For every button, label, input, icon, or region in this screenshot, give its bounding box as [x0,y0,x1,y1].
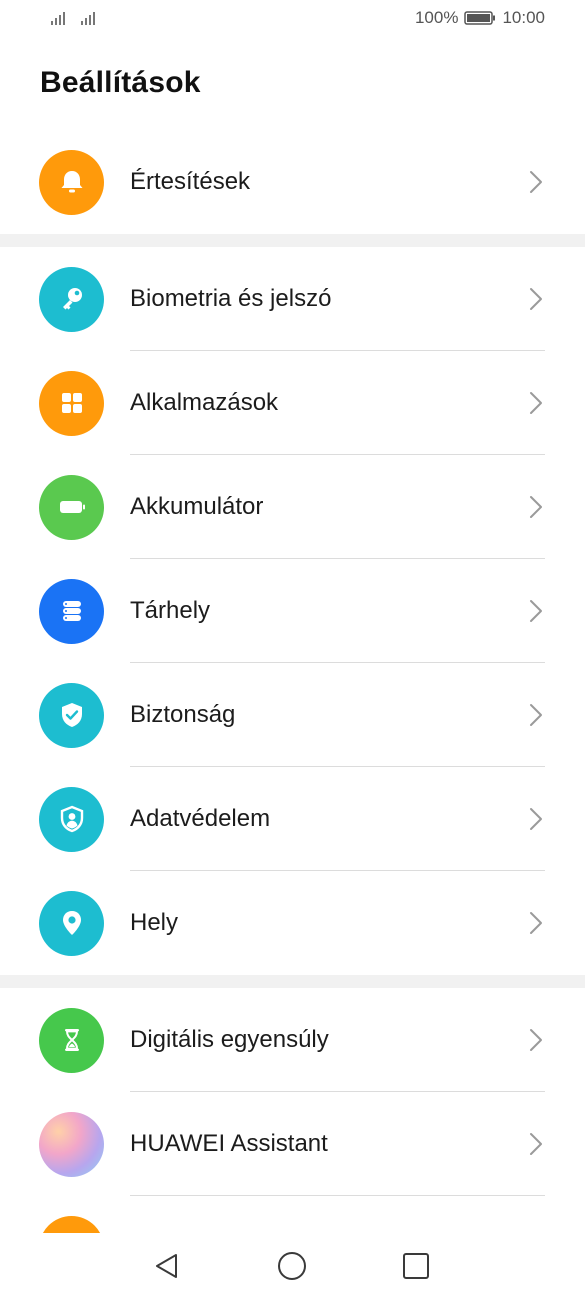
settings-item-label: Biztonság [130,701,236,728]
clock: 10:00 [502,8,545,27]
hourglass-icon [39,1007,104,1073]
recents-icon[interactable] [400,1250,432,1282]
settings-item-label: HUAWEI Assistant [130,1130,328,1157]
battery-icon [464,11,496,25]
signal-indicators [50,10,100,26]
settings-item-partial[interactable] [0,1196,585,1233]
settings-item-label: Értesítések [130,168,251,195]
battery-icon [39,474,104,540]
chevron-right-icon [530,288,542,310]
settings-item-biometrics[interactable]: Biometria és jelszó [0,247,585,351]
signal-icon [51,12,65,25]
settings-item-label: Biometria és jelszó [130,285,332,312]
signal-icon [81,12,95,25]
settings-list[interactable]: Értesítések Biometria és jelszó Alkalmaz… [0,130,585,1233]
chevron-right-icon [530,171,542,193]
back-icon[interactable] [151,1250,183,1282]
assistant-icon [39,1111,104,1177]
settings-item-huawei-assistant[interactable]: HUAWEI Assistant [0,1092,585,1196]
status-bar: 100% 10:00 [0,0,585,40]
privacy-shield-icon [39,786,104,852]
settings-item-apps[interactable]: Alkalmazások [0,351,585,455]
settings-item-security[interactable]: Biztonság [0,663,585,767]
page-title: Beállítások [40,66,201,99]
shield-check-icon [39,682,104,748]
chevron-right-icon [530,496,542,518]
settings-item-label: Digitális egyensúly [130,1026,329,1053]
group-divider [0,234,585,247]
settings-item-label: Hely [130,909,179,936]
apps-grid-icon [39,370,104,436]
location-pin-icon [39,890,104,956]
settings-item-label: Alkalmazások [130,389,279,416]
chevron-right-icon [530,1029,542,1051]
storage-icon [39,578,104,644]
settings-item-storage[interactable]: Tárhely [0,559,585,663]
status-right: 100% 10:00 [415,8,545,28]
home-icon[interactable] [276,1250,308,1282]
battery-percent: 100% [414,8,459,27]
chevron-right-icon [530,704,542,726]
settings-item-label: Akkumulátor [130,493,264,520]
chevron-right-icon [530,1133,542,1155]
settings-group-wellbeing: Digitális egyensúly HUAWEI Assistant [0,988,585,1233]
bell-icon [39,149,104,215]
partial-icon [39,1215,104,1233]
settings-item-privacy[interactable]: Adatvédelem [0,767,585,871]
settings-item-notifications[interactable]: Értesítések [0,130,585,234]
settings-item-label: Tárhely [130,597,211,624]
settings-item-battery[interactable]: Akkumulátor [0,455,585,559]
chevron-right-icon [530,600,542,622]
chevron-right-icon [530,808,542,830]
navigation-bar [0,1233,585,1300]
settings-group-system: Biometria és jelszó Alkalmazások Akkumul… [0,247,585,975]
settings-item-digital-balance[interactable]: Digitális egyensúly [0,988,585,1092]
chevron-right-icon [530,392,542,414]
key-icon [39,266,104,332]
settings-group-notifications: Értesítések [0,130,585,234]
settings-item-location[interactable]: Hely [0,871,585,975]
group-divider [0,975,585,988]
settings-item-label: Adatvédelem [130,805,271,832]
chevron-right-icon [530,912,542,934]
